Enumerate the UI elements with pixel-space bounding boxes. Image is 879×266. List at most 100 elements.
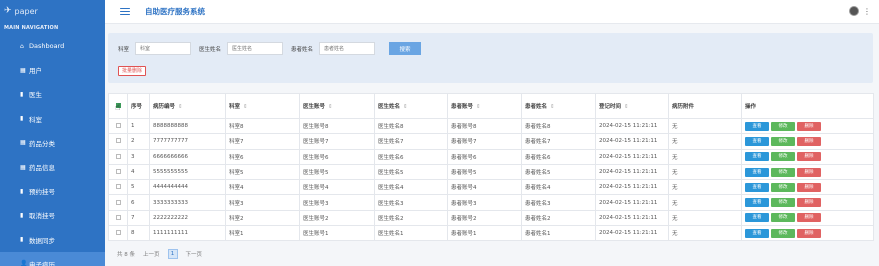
view-button[interactable]: 查看 [745,198,769,208]
view-button[interactable]: 查看 [745,182,769,192]
sidebar-item-4[interactable]: ▦ 药品分类 [0,131,105,155]
edit-button[interactable]: 修改 [771,152,795,162]
column-header-1[interactable]: 病历编号 ⇕ [149,93,226,119]
sidebar-item-6[interactable]: ▮ 预约挂号 [0,179,105,203]
column-header-2[interactable]: 科室 ⇕ [225,93,300,119]
view-button[interactable]: 查看 [745,152,769,162]
app-title: 自助医疗服务系统 [145,7,205,16]
nav-item-icon: ▮ [20,211,24,219]
cell-time: 2024-02-15 11:21:11 [595,225,669,242]
delete-button[interactable]: 删除 [797,213,821,223]
delete-button[interactable]: 删除 [797,198,821,208]
cell-time: 2024-02-15 11:21:11 [595,209,669,227]
column-header-6[interactable]: 患者姓名 ⇕ [521,93,596,119]
row-select-cell[interactable] [108,179,128,196]
sidebar-item-2[interactable]: ▮ 医生 [0,82,105,106]
column-header-label: 患者姓名 [525,104,548,110]
more-menu-icon[interactable]: ⋮ [863,7,871,16]
sort-icon[interactable]: ⇕ [328,104,333,110]
view-button[interactable]: 查看 [745,121,769,131]
row-select-cell[interactable] [108,133,128,150]
column-header-3[interactable]: 医生账号 ⇕ [299,93,375,119]
sidebar-item-label: 药品信息 [29,164,55,173]
column-header-9: 操作 [741,93,874,119]
sort-icon[interactable]: ⇕ [403,104,408,110]
cell-actions: 查看 修改 删除 [741,209,874,227]
doctor-name-input[interactable] [227,42,284,55]
row-checkbox[interactable] [115,214,121,220]
cell-actions: 查看 修改 删除 [741,194,874,211]
view-button[interactable]: 查看 [745,136,769,146]
cell-dept: 科室5 [225,163,300,181]
menu-toggle-icon[interactable] [120,7,130,16]
row-select-cell[interactable] [108,194,128,211]
sidebar-item-0[interactable]: ⌂ Dashboard [0,34,105,58]
cell-doc_name: 医生姓名6 [374,148,448,165]
table-row: 6 3333333333 科室3 医生账号3 医生姓名3 患者账号3 患者姓名3 2024-0… [108,194,874,211]
patient-name-input[interactable] [319,42,376,55]
cell-doc_acc: 医生账号5 [299,163,375,181]
row-checkbox[interactable] [115,199,121,205]
edit-button[interactable]: 修改 [771,121,795,131]
sidebar-item-3[interactable]: ▮ 科室 [0,107,105,131]
edit-button[interactable]: 修改 [771,136,795,146]
cell-doc_acc: 医生账号4 [299,179,375,196]
column-header-label: 病历附件 [672,104,695,110]
edit-button[interactable]: 修改 [771,167,795,177]
edit-button[interactable]: 修改 [771,228,795,238]
page-number-current[interactable]: 1 [167,249,178,259]
dept-input[interactable] [135,42,192,55]
sidebar-item-8[interactable]: ▮ 数据同步 [0,228,105,252]
sidebar-item-9[interactable]: 👤 电子病历 [0,251,105,266]
column-header-7[interactable]: 登记时间 ⇕ [595,93,669,119]
delete-button[interactable]: 删除 [797,152,821,162]
column-header-5[interactable]: 患者账号 ⇕ [447,93,522,119]
next-page-button[interactable]: 下一页 [186,250,203,258]
column-header-label: 登记时间 [599,104,622,110]
row-checkbox[interactable] [115,169,121,175]
delete-button[interactable]: 删除 [797,121,821,131]
row-checkbox[interactable] [115,138,121,144]
sort-icon[interactable]: ⇕ [476,104,481,110]
search-button[interactable]: 搜索 [389,42,422,55]
edit-button[interactable]: 修改 [771,198,795,208]
prev-page-button[interactable]: 上一页 [143,250,160,258]
column-header-label: 医生姓名 [378,104,401,110]
row-checkbox[interactable] [115,123,121,129]
sort-icon[interactable]: ⇕ [243,104,248,110]
view-button[interactable]: 查看 [745,213,769,223]
delete-button[interactable]: 删除 [797,228,821,238]
delete-button[interactable]: 删除 [797,167,821,177]
sidebar-item-7[interactable]: ▮ 取消挂号 [0,203,105,227]
cell-no: 1 [127,117,150,135]
row-select-cell[interactable] [108,148,128,165]
records-table: 序号 病历编号 ⇕ 科室 ⇕ 医生账号 ⇕ 医生姓名 ⇕ 患者账号 ⇕ 患者姓名 ⇕ 登记时间 ⇕ 病历附件操… [108,93,874,242]
row-select-cell[interactable] [108,209,128,227]
edit-button[interactable]: 修改 [771,213,795,223]
edit-button[interactable]: 修改 [771,182,795,192]
cell-attach: 无 [668,163,742,181]
logo[interactable]: ✈ paper [0,0,105,22]
sidebar-item-5[interactable]: ▦ 药品信息 [0,155,105,179]
sort-icon[interactable]: ⇕ [178,104,183,110]
row-select-cell[interactable] [108,163,128,181]
row-checkbox[interactable] [115,230,121,236]
cell-id: 6666666666 [149,148,226,165]
batch-delete-button[interactable]: 批量删除 [118,66,147,76]
cell-dept: 科室1 [225,225,300,242]
nav-item-icon: ▮ [20,90,24,98]
sidebar-item-1[interactable]: ▦ 用户 [0,58,105,82]
delete-button[interactable]: 删除 [797,136,821,146]
column-header-4[interactable]: 医生姓名 ⇕ [374,93,448,119]
avatar[interactable] [849,6,859,16]
row-select-cell[interactable] [108,117,128,135]
nav-item-icon: ▦ [20,163,26,171]
row-checkbox[interactable] [115,153,121,159]
delete-button[interactable]: 删除 [797,182,821,192]
view-button[interactable]: 查看 [745,228,769,238]
row-checkbox[interactable] [115,184,121,190]
row-select-cell[interactable] [108,225,128,242]
view-button[interactable]: 查看 [745,167,769,177]
sort-icon[interactable]: ⇕ [624,104,629,110]
sort-icon[interactable]: ⇕ [550,104,555,110]
